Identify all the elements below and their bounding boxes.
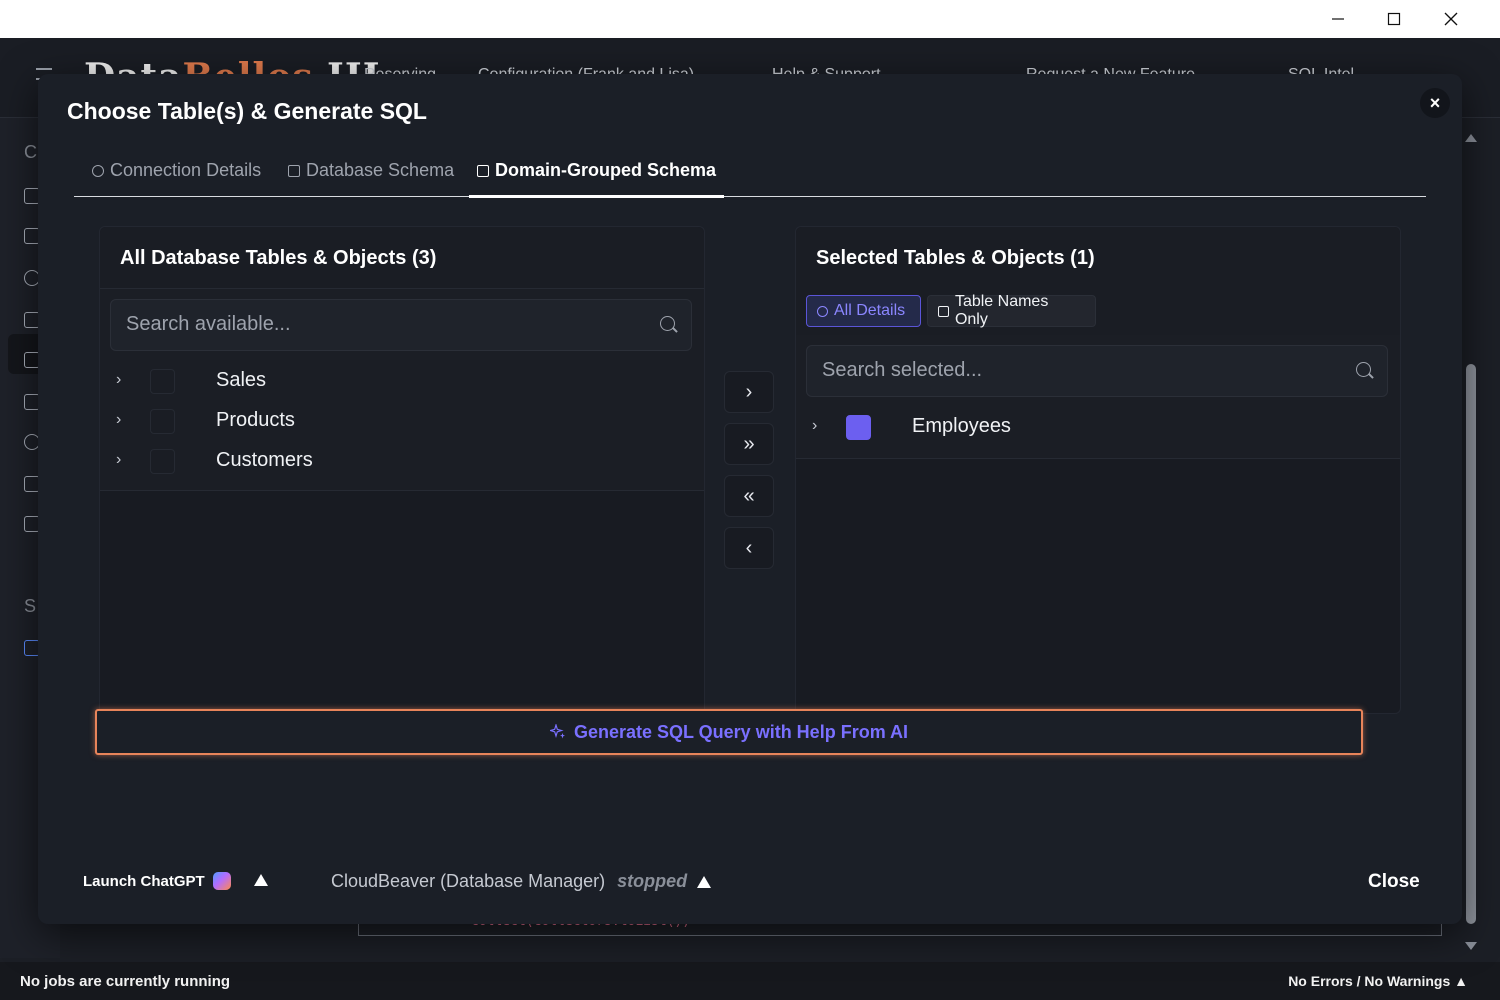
search-placeholder: Search available... [126, 313, 291, 335]
checkbox-checked[interactable] [846, 415, 871, 440]
sparkle-icon [549, 724, 565, 739]
cloudbeaver-control[interactable]: CloudBeaver (Database Manager) stopped [331, 871, 712, 892]
dialog-title: Choose Table(s) & Generate SQL [67, 98, 427, 124]
selected-tables-panel: Selected Tables & Objects (1) All Detail… [795, 226, 1401, 714]
dialog-tabs: Connection Details Database Schema Domai… [74, 160, 1426, 198]
chevron-right-icon[interactable]: › [116, 451, 121, 469]
window-close-button[interactable] [1423, 0, 1479, 38]
search-available-input[interactable]: Search available... [110, 299, 692, 351]
chevron-right-icon[interactable]: › [116, 411, 121, 429]
tab-label: Domain-Grouped Schema [495, 160, 717, 180]
minimize-icon [1332, 18, 1344, 20]
tab-domain-grouped-schema[interactable]: Domain-Grouped Schema [468, 160, 725, 198]
launch-chatgpt-button[interactable]: Launch ChatGPT [83, 872, 231, 890]
page-scrollbar[interactable] [1462, 130, 1480, 950]
expand-up-icon[interactable] [254, 874, 268, 886]
chevron-right-icon[interactable]: › [116, 371, 121, 389]
search-icon[interactable] [660, 316, 675, 331]
cloudbeaver-status: stopped [617, 871, 688, 891]
toggle-label: All Details [834, 302, 906, 319]
launch-label: Launch ChatGPT [83, 872, 205, 890]
remove-all-button[interactable]: « [724, 475, 774, 517]
maximize-icon [1387, 12, 1401, 26]
table-names-only-toggle[interactable]: Table Names Only [927, 293, 1096, 328]
close-icon [1444, 12, 1458, 26]
available-tables-panel: All Database Tables & Objects (3) Search… [99, 226, 705, 714]
window-titlebar [0, 0, 1500, 38]
tab-label: Database Schema [306, 160, 455, 180]
group-icon [477, 165, 489, 177]
checkbox[interactable] [150, 369, 175, 394]
jobs-status: No jobs are currently running [20, 973, 231, 990]
maximize-button[interactable] [1366, 0, 1422, 38]
tree-item-customers[interactable]: › Customers [100, 443, 704, 479]
copilot-icon [212, 872, 231, 890]
available-panel-title: All Database Tables & Objects (3) [100, 227, 704, 289]
toggle-label: Table Names Only [954, 293, 1049, 328]
selected-panel-title: Selected Tables & Objects (1) [816, 247, 1095, 269]
generate-sql-dialog: Choose Table(s) & Generate SQL × Connect… [38, 74, 1462, 924]
book-icon [288, 165, 300, 177]
tab-label: Connection Details [110, 160, 262, 180]
search-placeholder: Search selected... [822, 359, 983, 381]
search-selected-input[interactable]: Search selected... [806, 345, 1388, 397]
scroll-down-icon[interactable] [1465, 942, 1477, 950]
generate-sql-ai-button[interactable]: Generate SQL Query with Help From AI [95, 709, 1363, 755]
check-circle-icon [817, 305, 828, 317]
move-selected-button[interactable]: › [724, 371, 774, 413]
remove-selected-button[interactable]: ‹ [724, 527, 774, 569]
close-button[interactable]: Close [1368, 871, 1420, 893]
problems-status[interactable]: No Errors / No Warnings ▲ [1288, 973, 1468, 989]
square-icon [938, 305, 949, 317]
checkbox[interactable] [150, 449, 175, 474]
scroll-up-icon[interactable] [1465, 134, 1477, 142]
minimize-button[interactable] [1310, 0, 1366, 38]
all-details-toggle[interactable]: All Details [806, 295, 921, 327]
chevron-right-icon[interactable]: › [812, 417, 817, 435]
move-all-button[interactable]: » [724, 423, 774, 465]
rail-section-letter-2: S [24, 596, 37, 616]
tab-connection-details[interactable]: Connection Details [92, 160, 261, 197]
tree-item-sales[interactable]: › Sales [100, 363, 704, 399]
gear-icon [92, 165, 104, 177]
tree-item-label: Sales [216, 369, 267, 391]
checkbox[interactable] [150, 409, 175, 434]
tree-item-label: Customers [216, 449, 313, 471]
status-bar: No jobs are currently running No Errors … [0, 962, 1500, 1000]
selected-list: Search selected... › Employees [796, 335, 1400, 459]
start-icon[interactable] [697, 875, 712, 888]
tree-item-products[interactable]: › Products [100, 403, 704, 439]
dialog-close-button[interactable]: × [1420, 88, 1450, 118]
rail-section-letter: C [24, 142, 37, 162]
search-icon[interactable] [1356, 362, 1371, 377]
tab-database-schema[interactable]: Database Schema [288, 160, 454, 197]
tree-item-label: Employees [912, 415, 1011, 437]
tree-item-label: Products [216, 409, 295, 431]
ai-button-label: Generate SQL Query with Help From AI [573, 721, 909, 742]
cloudbeaver-label: CloudBeaver (Database Manager) [331, 871, 606, 891]
tree-item-employees[interactable]: › Employees [796, 409, 1400, 445]
scroll-thumb[interactable] [1466, 364, 1476, 924]
available-list: Search available... › Sales › Products ›… [100, 289, 704, 491]
